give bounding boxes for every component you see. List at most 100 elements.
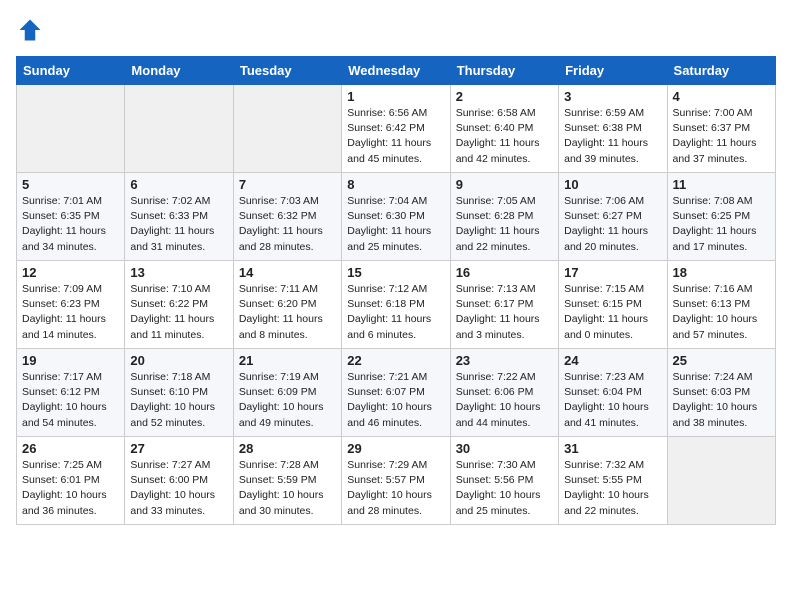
weekday-label: Tuesday <box>233 57 341 85</box>
day-info: Sunrise: 7:27 AM Sunset: 6:00 PM Dayligh… <box>130 458 227 519</box>
calendar-cell <box>17 85 125 173</box>
calendar-cell: 3 Sunrise: 6:59 AM Sunset: 6:38 PM Daylig… <box>559 85 667 173</box>
calendar-cell: 15 Sunrise: 7:12 AM Sunset: 6:18 PM Dayli… <box>342 261 450 349</box>
calendar-week-row: 1 Sunrise: 6:56 AM Sunset: 6:42 PM Daylig… <box>17 85 776 173</box>
weekday-label: Sunday <box>17 57 125 85</box>
day-number: 29 <box>347 441 444 456</box>
calendar-cell: 20 Sunrise: 7:18 AM Sunset: 6:10 PM Dayli… <box>125 349 233 437</box>
day-number: 21 <box>239 353 336 368</box>
day-number: 17 <box>564 265 661 280</box>
day-info: Sunrise: 7:22 AM Sunset: 6:06 PM Dayligh… <box>456 370 553 431</box>
calendar-cell: 28 Sunrise: 7:28 AM Sunset: 5:59 PM Dayli… <box>233 437 341 525</box>
weekday-label: Thursday <box>450 57 558 85</box>
day-info: Sunrise: 7:19 AM Sunset: 6:09 PM Dayligh… <box>239 370 336 431</box>
day-number: 18 <box>673 265 770 280</box>
day-info: Sunrise: 7:08 AM Sunset: 6:25 PM Dayligh… <box>673 194 770 255</box>
day-info: Sunrise: 7:00 AM Sunset: 6:37 PM Dayligh… <box>673 106 770 167</box>
calendar-week-row: 26Sunrise: 7:25 AM Sunset: 6:01 PM Dayli… <box>17 437 776 525</box>
calendar-cell <box>125 85 233 173</box>
weekday-label: Saturday <box>667 57 775 85</box>
day-number: 19 <box>22 353 119 368</box>
day-info: Sunrise: 7:24 AM Sunset: 6:03 PM Dayligh… <box>673 370 770 431</box>
calendar-cell: 7 Sunrise: 7:03 AM Sunset: 6:32 PM Daylig… <box>233 173 341 261</box>
calendar-cell: 8 Sunrise: 7:04 AM Sunset: 6:30 PM Daylig… <box>342 173 450 261</box>
day-info: Sunrise: 7:11 AM Sunset: 6:20 PM Dayligh… <box>239 282 336 343</box>
day-number: 24 <box>564 353 661 368</box>
day-info: Sunrise: 6:59 AM Sunset: 6:38 PM Dayligh… <box>564 106 661 167</box>
calendar-week-row: 12 Sunrise: 7:09 AM Sunset: 6:23 PM Dayli… <box>17 261 776 349</box>
day-number: 26 <box>22 441 119 456</box>
calendar-cell: 29 Sunrise: 7:29 AM Sunset: 5:57 PM Dayli… <box>342 437 450 525</box>
calendar-cell: 23 Sunrise: 7:22 AM Sunset: 6:06 PM Dayli… <box>450 349 558 437</box>
day-number: 2 <box>456 89 553 104</box>
calendar-cell: 30Sunrise: 7:30 AM Sunset: 5:56 PM Dayli… <box>450 437 558 525</box>
day-number: 5 <box>22 177 119 192</box>
day-info: Sunrise: 7:06 AM Sunset: 6:27 PM Dayligh… <box>564 194 661 255</box>
day-number: 15 <box>347 265 444 280</box>
day-number: 16 <box>456 265 553 280</box>
day-info: Sunrise: 7:13 AM Sunset: 6:17 PM Dayligh… <box>456 282 553 343</box>
day-info: Sunrise: 7:01 AM Sunset: 6:35 PM Dayligh… <box>22 194 119 255</box>
day-number: 9 <box>456 177 553 192</box>
day-number: 27 <box>130 441 227 456</box>
day-number: 7 <box>239 177 336 192</box>
calendar-cell: 17Sunrise: 7:15 AM Sunset: 6:15 PM Dayli… <box>559 261 667 349</box>
day-info: Sunrise: 7:10 AM Sunset: 6:22 PM Dayligh… <box>130 282 227 343</box>
day-number: 25 <box>673 353 770 368</box>
weekday-header-row: SundayMondayTuesdayWednesdayThursdayFrid… <box>17 57 776 85</box>
weekday-label: Monday <box>125 57 233 85</box>
calendar-cell: 1 Sunrise: 6:56 AM Sunset: 6:42 PM Daylig… <box>342 85 450 173</box>
calendar-cell: 26Sunrise: 7:25 AM Sunset: 6:01 PM Dayli… <box>17 437 125 525</box>
calendar-table: SundayMondayTuesdayWednesdayThursdayFrid… <box>16 56 776 525</box>
day-info: Sunrise: 6:56 AM Sunset: 6:42 PM Dayligh… <box>347 106 444 167</box>
day-number: 6 <box>130 177 227 192</box>
calendar-cell: 21 Sunrise: 7:19 AM Sunset: 6:09 PM Dayli… <box>233 349 341 437</box>
calendar-cell: 2 Sunrise: 6:58 AM Sunset: 6:40 PM Daylig… <box>450 85 558 173</box>
calendar-cell: 24 Sunrise: 7:23 AM Sunset: 6:04 PM Dayli… <box>559 349 667 437</box>
day-info: Sunrise: 7:12 AM Sunset: 6:18 PM Dayligh… <box>347 282 444 343</box>
day-info: Sunrise: 7:02 AM Sunset: 6:33 PM Dayligh… <box>130 194 227 255</box>
day-number: 23 <box>456 353 553 368</box>
day-number: 22 <box>347 353 444 368</box>
day-info: Sunrise: 7:32 AM Sunset: 5:55 PM Dayligh… <box>564 458 661 519</box>
calendar-cell: 16 Sunrise: 7:13 AM Sunset: 6:17 PM Dayli… <box>450 261 558 349</box>
calendar-cell: 13 Sunrise: 7:10 AM Sunset: 6:22 PM Dayli… <box>125 261 233 349</box>
day-number: 20 <box>130 353 227 368</box>
day-number: 28 <box>239 441 336 456</box>
day-info: Sunrise: 7:29 AM Sunset: 5:57 PM Dayligh… <box>347 458 444 519</box>
calendar-week-row: 19 Sunrise: 7:17 AM Sunset: 6:12 PM Dayli… <box>17 349 776 437</box>
calendar-cell: 12 Sunrise: 7:09 AM Sunset: 6:23 PM Dayli… <box>17 261 125 349</box>
day-info: Sunrise: 7:17 AM Sunset: 6:12 PM Dayligh… <box>22 370 119 431</box>
weekday-label: Friday <box>559 57 667 85</box>
day-number: 11 <box>673 177 770 192</box>
calendar-week-row: 5 Sunrise: 7:01 AM Sunset: 6:35 PM Daylig… <box>17 173 776 261</box>
day-number: 13 <box>130 265 227 280</box>
calendar-cell: 4 Sunrise: 7:00 AM Sunset: 6:37 PM Daylig… <box>667 85 775 173</box>
day-number: 12 <box>22 265 119 280</box>
calendar-cell <box>667 437 775 525</box>
day-info: Sunrise: 7:05 AM Sunset: 6:28 PM Dayligh… <box>456 194 553 255</box>
day-number: 4 <box>673 89 770 104</box>
day-info: Sunrise: 7:21 AM Sunset: 6:07 PM Dayligh… <box>347 370 444 431</box>
day-info: Sunrise: 7:28 AM Sunset: 5:59 PM Dayligh… <box>239 458 336 519</box>
calendar-cell <box>233 85 341 173</box>
day-info: Sunrise: 7:09 AM Sunset: 6:23 PM Dayligh… <box>22 282 119 343</box>
calendar-cell: 5 Sunrise: 7:01 AM Sunset: 6:35 PM Daylig… <box>17 173 125 261</box>
day-info: Sunrise: 7:23 AM Sunset: 6:04 PM Dayligh… <box>564 370 661 431</box>
calendar-cell: 25 Sunrise: 7:24 AM Sunset: 6:03 PM Dayli… <box>667 349 775 437</box>
day-number: 3 <box>564 89 661 104</box>
day-number: 31 <box>564 441 661 456</box>
calendar-cell: 19 Sunrise: 7:17 AM Sunset: 6:12 PM Dayli… <box>17 349 125 437</box>
day-number: 30 <box>456 441 553 456</box>
calendar-cell: 9 Sunrise: 7:05 AM Sunset: 6:28 PM Daylig… <box>450 173 558 261</box>
page-header <box>16 16 776 44</box>
day-info: Sunrise: 7:03 AM Sunset: 6:32 PM Dayligh… <box>239 194 336 255</box>
logo <box>16 16 48 44</box>
day-info: Sunrise: 7:18 AM Sunset: 6:10 PM Dayligh… <box>130 370 227 431</box>
calendar-cell: 11 Sunrise: 7:08 AM Sunset: 6:25 PM Dayli… <box>667 173 775 261</box>
day-number: 8 <box>347 177 444 192</box>
day-number: 1 <box>347 89 444 104</box>
day-info: Sunrise: 6:58 AM Sunset: 6:40 PM Dayligh… <box>456 106 553 167</box>
calendar-cell: 14Sunrise: 7:11 AM Sunset: 6:20 PM Dayli… <box>233 261 341 349</box>
day-info: Sunrise: 7:04 AM Sunset: 6:30 PM Dayligh… <box>347 194 444 255</box>
